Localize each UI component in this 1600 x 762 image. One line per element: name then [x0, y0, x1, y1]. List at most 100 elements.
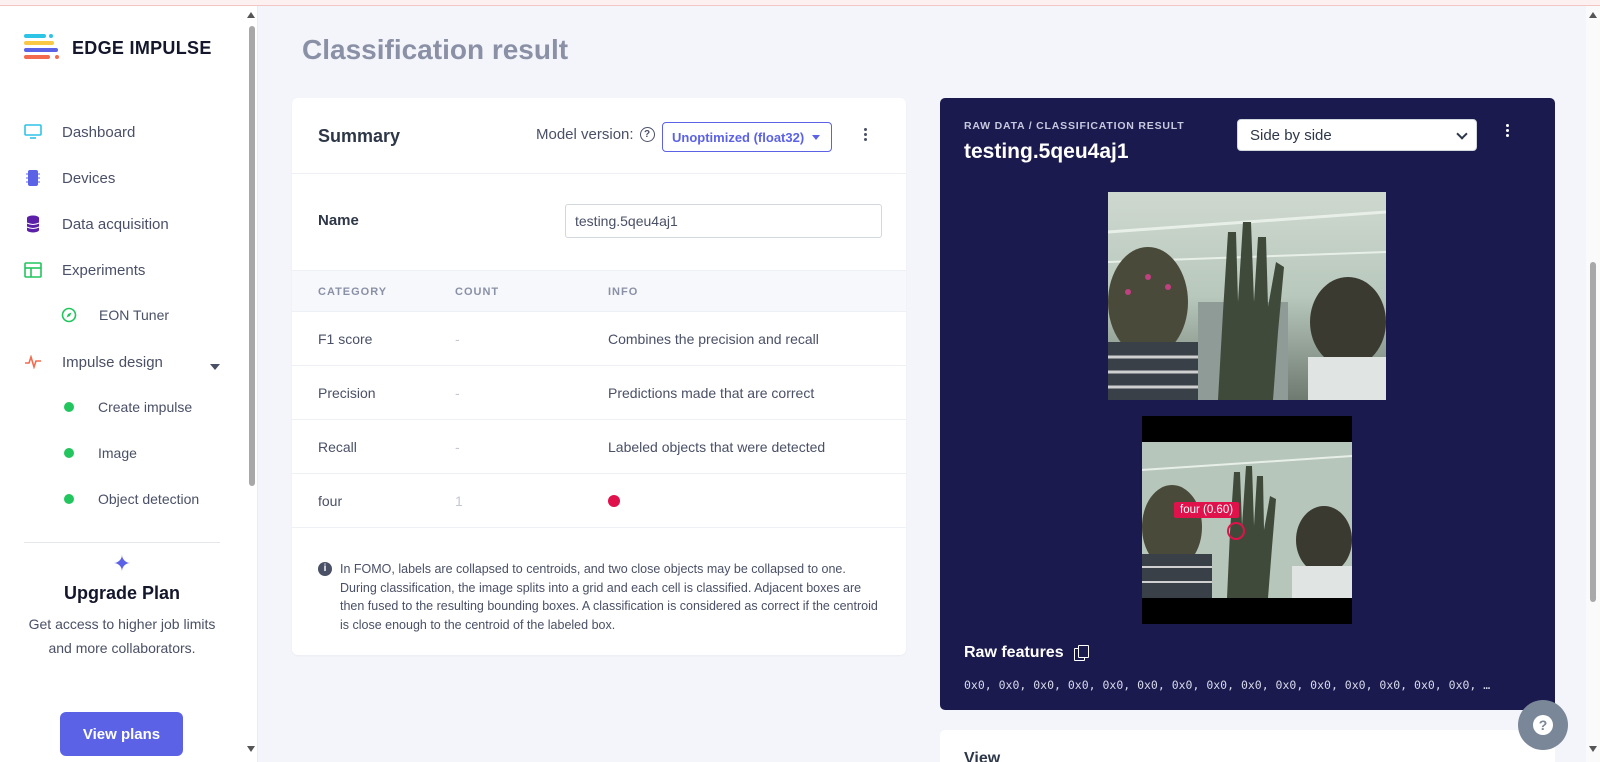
- more-options-icon[interactable]: [1506, 124, 1510, 137]
- view-card-title: View: [964, 750, 1001, 762]
- column-header-info: INFO: [608, 286, 639, 298]
- chevron-down-icon[interactable]: [210, 364, 220, 370]
- row-info: Combines the precision and recall: [608, 331, 819, 347]
- sidebar-item-label: Impulse design: [62, 353, 163, 371]
- scrollbar-thumb[interactable]: [1590, 262, 1596, 602]
- scrollbar-thumb[interactable]: [249, 26, 255, 486]
- detection-label: four (0.60): [1174, 502, 1240, 518]
- classified-image: [1142, 416, 1352, 624]
- caret-down-icon: [812, 134, 821, 140]
- fomo-note: i In FOMO, labels are collapsed to centr…: [318, 560, 884, 634]
- row-info: Labeled objects that were detected: [608, 439, 826, 455]
- sidebar-item-experiments[interactable]: Experiments: [24, 258, 145, 282]
- upgrade-panel: ✦ Upgrade Plan Get access to higher job …: [24, 551, 220, 660]
- fomo-note-text: In FOMO, labels are collapsed to centroi…: [340, 562, 878, 632]
- model-version-select[interactable]: Unoptimized (float32): [662, 122, 832, 152]
- upgrade-title: Upgrade Plan: [63, 583, 181, 603]
- view-plans-button[interactable]: View plans: [60, 712, 183, 756]
- classification-panel: RAW DATA / CLASSIFICATION RESULT testing…: [940, 98, 1555, 710]
- scroll-up-icon[interactable]: [247, 12, 255, 18]
- sidebar-item-devices[interactable]: Devices: [24, 166, 115, 190]
- sidebar: EDGE IMPULSE Dashboard Devices Data acqu…: [0, 6, 244, 762]
- help-button[interactable]: ?: [1518, 700, 1568, 750]
- sidebar-item-label: Dashboard: [62, 123, 136, 141]
- table-icon: [24, 261, 42, 279]
- compass-icon: [61, 307, 77, 323]
- view-card: View: [940, 730, 1555, 762]
- view-mode-select[interactable]: Side by side: [1237, 119, 1477, 151]
- summary-header: Summary Model version: ? Unoptimized (fl…: [292, 98, 906, 174]
- scroll-down-icon[interactable]: [247, 746, 255, 752]
- page-scrollbar[interactable]: [1586, 6, 1600, 762]
- sample-name: testing.5qeu4aj1: [964, 140, 1129, 163]
- sparkle-icon: ✦: [112, 551, 132, 576]
- summary-title: Summary: [318, 126, 401, 146]
- sidebar-item-eon-tuner[interactable]: EON Tuner: [61, 304, 169, 326]
- help-icon[interactable]: ?: [639, 127, 655, 142]
- table-header: CATEGORY COUNT INFO: [292, 270, 906, 312]
- sidebar-item-image[interactable]: Image: [64, 442, 137, 464]
- sidebar-item-impulse-design[interactable]: Impulse design: [24, 350, 163, 374]
- model-version-value: Unoptimized (float32): [672, 129, 805, 145]
- chevron-down-icon: [1456, 128, 1468, 140]
- row-count: 1: [455, 493, 463, 509]
- sidebar-scrollbar[interactable]: [244, 6, 258, 762]
- sidebar-item-label: Object detection: [98, 491, 200, 507]
- info-icon: i: [318, 562, 332, 576]
- logo-text: EDGE IMPULSE: [72, 37, 212, 58]
- sidebar-item-object-detection[interactable]: Object detection: [64, 488, 199, 510]
- name-label: Name: [318, 212, 359, 229]
- table-row: four 1: [292, 474, 906, 528]
- row-count: -: [455, 331, 460, 347]
- panel-breadcrumb: RAW DATA / CLASSIFICATION RESULT: [964, 120, 1185, 132]
- raw-features-header: Raw features: [964, 644, 1089, 662]
- model-version-text: Model version:: [536, 126, 634, 143]
- table-row: Recall - Labeled objects that were detec…: [292, 420, 906, 474]
- sidebar-item-data-acquisition[interactable]: Data acquisition: [24, 212, 169, 236]
- question-icon: ?: [1533, 715, 1553, 735]
- status-dot-icon: [64, 494, 74, 504]
- database-icon: [24, 215, 42, 233]
- sidebar-item-label: Create impulse: [98, 399, 193, 415]
- edge-impulse-logo-icon: [24, 34, 59, 59]
- class-color-dot-icon: [608, 495, 620, 507]
- row-category: Recall: [318, 439, 357, 455]
- column-header-category: CATEGORY: [318, 286, 388, 298]
- name-field[interactable]: [565, 204, 882, 238]
- page-title: Classification result: [302, 34, 569, 65]
- row-category: Precision: [318, 385, 376, 401]
- results-table: CATEGORY COUNT INFO F1 score - Combines …: [292, 270, 906, 528]
- raw-image: [1108, 192, 1386, 400]
- scroll-up-icon[interactable]: [1589, 12, 1597, 18]
- logo[interactable]: EDGE IMPULSE: [24, 34, 212, 62]
- sidebar-item-create-impulse[interactable]: Create impulse: [64, 396, 192, 418]
- scroll-down-icon[interactable]: [1589, 746, 1597, 752]
- chip-icon: [24, 169, 42, 187]
- sidebar-item-label: Image: [98, 445, 137, 461]
- status-dot-icon: [64, 448, 74, 458]
- copy-icon[interactable]: [1073, 645, 1089, 661]
- row-category: four: [318, 493, 343, 509]
- row-count: -: [455, 439, 460, 455]
- sidebar-divider: [24, 542, 220, 543]
- summary-card: Summary Model version: ? Unoptimized (fl…: [292, 98, 906, 655]
- status-dot-icon: [64, 402, 74, 412]
- sidebar-item-label: EON Tuner: [99, 307, 170, 323]
- sidebar-item-label: Devices: [62, 169, 116, 187]
- detection-centroid: [1227, 522, 1245, 540]
- row-info: Predictions made that are correct: [608, 385, 815, 401]
- more-options-icon[interactable]: [864, 128, 868, 141]
- sidebar-item-dashboard[interactable]: Dashboard: [24, 120, 135, 144]
- row-category: F1 score: [318, 331, 373, 347]
- row-count: -: [455, 385, 460, 401]
- view-mode-value: Side by side: [1250, 126, 1332, 144]
- raw-features-title: Raw features: [964, 644, 1064, 661]
- sidebar-item-label: Data acquisition: [62, 215, 169, 233]
- monitor-icon: [24, 123, 42, 141]
- model-version-label: Model version: ?: [536, 126, 655, 143]
- raw-features-values: 0x0, 0x0, 0x0, 0x0, 0x0, 0x0, 0x0, 0x0, …: [964, 678, 1491, 692]
- upgrade-text: Get access to higher job limits and more…: [28, 616, 216, 656]
- table-row: F1 score - Combines the precision and re…: [292, 312, 906, 366]
- sidebar-item-label: Experiments: [62, 261, 146, 279]
- column-header-count: COUNT: [455, 286, 500, 298]
